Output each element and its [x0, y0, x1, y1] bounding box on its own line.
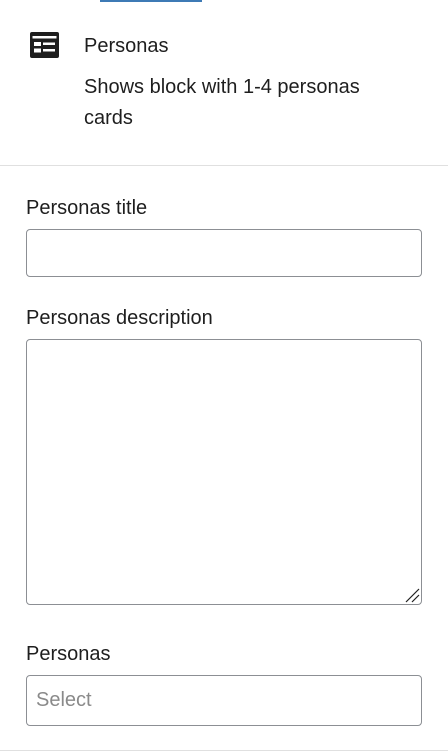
block-description: Shows block with 1-4 personas cards — [84, 76, 360, 129]
personas-description-label: Personas description — [26, 307, 213, 329]
table-layout-icon — [30, 32, 59, 58]
personas-description-textarea[interactable] — [26, 339, 422, 605]
select-placeholder: Select — [36, 689, 92, 711]
personas-title-label: Personas title — [26, 197, 148, 219]
block-title: Personas — [84, 35, 169, 57]
personas-select-label: Personas — [26, 643, 111, 665]
block-card: Personas Shows block with 1-4 personas c… — [0, 0, 448, 166]
resize-handle-icon[interactable] — [404, 587, 420, 603]
bottom-divider — [0, 750, 448, 751]
personas-select[interactable]: Select — [26, 675, 422, 726]
personas-title-input[interactable] — [26, 229, 422, 277]
